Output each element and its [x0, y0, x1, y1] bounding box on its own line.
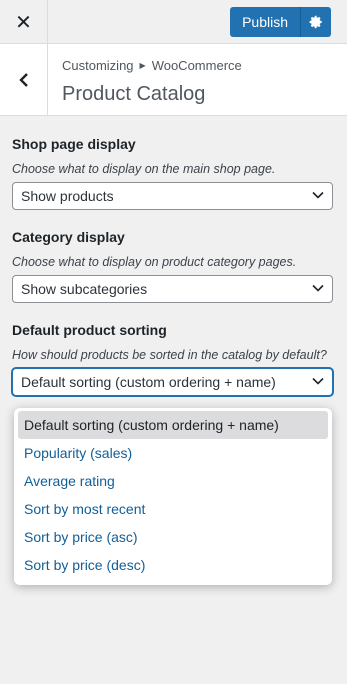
select-value: Show products [21, 188, 114, 204]
back-button[interactable] [0, 44, 48, 116]
breadcrumb-customizing: Customizing [62, 58, 134, 73]
chevron-down-icon [312, 191, 324, 199]
page-title: Product Catalog [62, 83, 206, 105]
publish-group: Publish [230, 7, 331, 37]
shop-page-display-control: Shop page display Choose what to display… [12, 136, 335, 210]
control-description: Choose what to display on product catego… [12, 255, 297, 269]
customizer-topbar: ✕ Publish [0, 0, 347, 44]
sorting-option-default[interactable]: Default sorting (custom ordering + name) [18, 411, 328, 439]
breadcrumb-separator-icon: ▶ [139, 61, 146, 70]
sorting-dropdown-list: Default sorting (custom ordering + name)… [14, 408, 332, 585]
control-title: Shop page display [12, 136, 136, 152]
section-header: Customizing ▶ WooCommerce Product Catalo… [0, 44, 347, 116]
select-value: Show subcategories [21, 281, 148, 297]
breadcrumb: Customizing ▶ WooCommerce [62, 58, 242, 73]
chevron-down-icon [312, 377, 324, 385]
gear-icon [309, 15, 322, 29]
controls-panel: Shop page display Choose what to display… [12, 116, 335, 396]
default-sorting-select[interactable]: Default sorting (custom ordering + name) [12, 368, 333, 396]
default-sorting-control: Default product sorting How should produ… [12, 322, 335, 396]
sorting-option-rating[interactable]: Average rating [18, 467, 328, 495]
control-description: How should products be sorted in the cat… [12, 348, 327, 362]
category-display-control: Category display Choose what to display … [12, 229, 335, 303]
close-button[interactable]: ✕ [0, 0, 48, 44]
select-value: Default sorting (custom ordering + name) [21, 374, 276, 390]
sorting-option-recent[interactable]: Sort by most recent [18, 495, 328, 523]
shop-page-display-select[interactable]: Show products [12, 182, 333, 210]
publish-settings-button[interactable] [301, 7, 331, 37]
sorting-option-price-desc[interactable]: Sort by price (desc) [18, 551, 328, 579]
publish-button[interactable]: Publish [230, 7, 301, 37]
sorting-option-popularity[interactable]: Popularity (sales) [18, 439, 328, 467]
breadcrumb-woocommerce: WooCommerce [151, 58, 242, 73]
chevron-down-icon [312, 284, 324, 292]
sorting-option-price-asc[interactable]: Sort by price (asc) [18, 523, 328, 551]
control-title: Category display [12, 229, 125, 245]
close-icon: ✕ [15, 11, 32, 34]
control-title: Default product sorting [12, 322, 167, 338]
category-display-select[interactable]: Show subcategories [12, 275, 333, 303]
chevron-left-icon [18, 73, 28, 87]
control-description: Choose what to display on the main shop … [12, 162, 276, 176]
